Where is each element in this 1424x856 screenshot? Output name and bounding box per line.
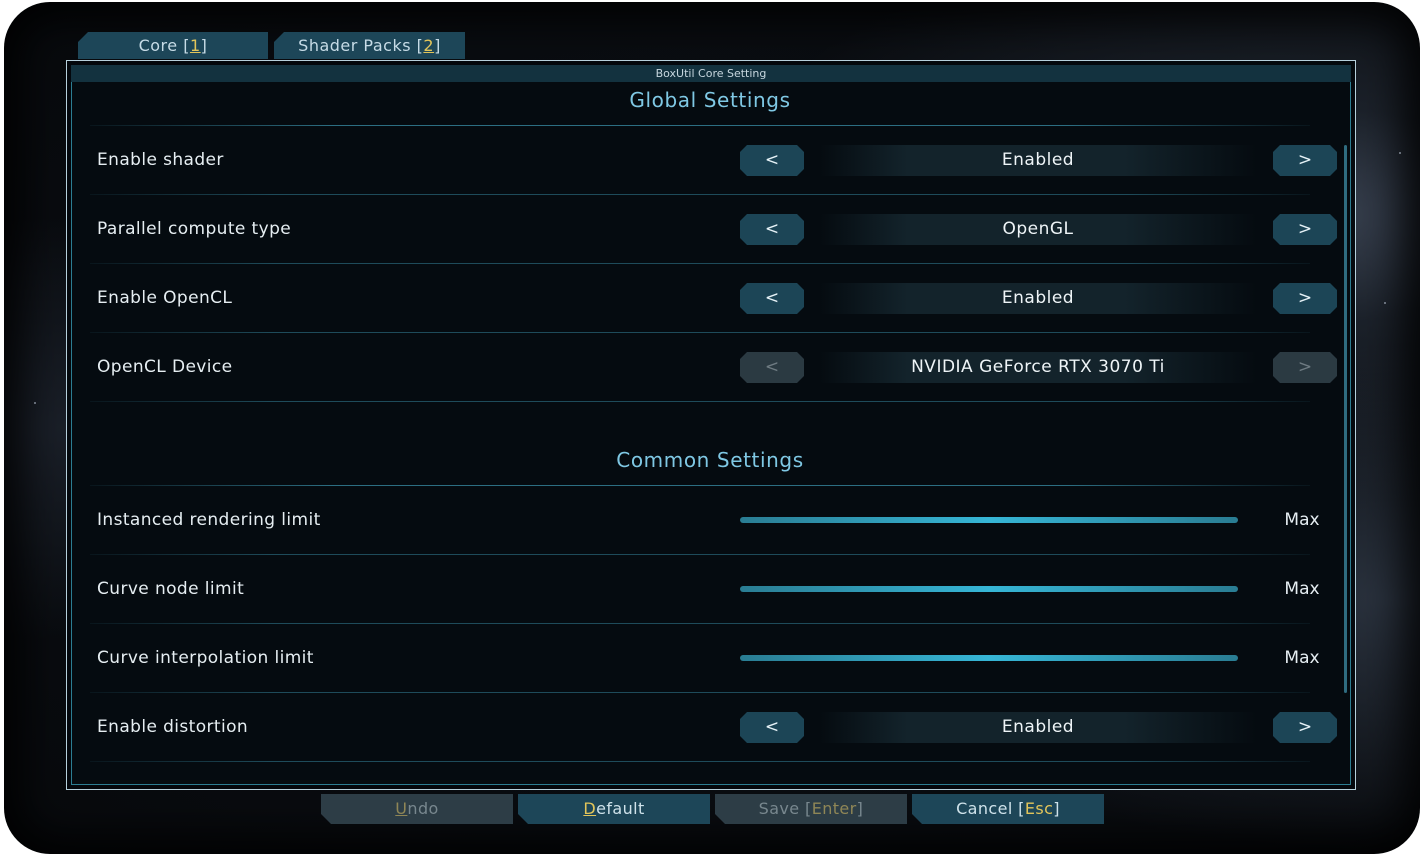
enable-shader-next-button[interactable]: > bbox=[1273, 145, 1337, 176]
enable-shader-label: Enable shader bbox=[97, 150, 224, 170]
tab-core[interactable]: Core [1] bbox=[78, 32, 268, 59]
tab-core-label: Core bbox=[138, 36, 178, 55]
section-divider bbox=[90, 485, 1310, 486]
panel-title: BoxUtil Core Setting bbox=[71, 65, 1351, 82]
cancel-hotkey: Esc bbox=[1024, 799, 1054, 818]
curve-node-limit-slider[interactable] bbox=[740, 586, 1238, 592]
row-divider bbox=[90, 554, 1310, 555]
save-bracket-close: ] bbox=[856, 799, 864, 818]
undo-label: ndo bbox=[407, 799, 439, 818]
row-divider bbox=[90, 401, 1310, 402]
row-divider bbox=[90, 263, 1310, 264]
cancel-button[interactable]: Cancel [Esc] bbox=[912, 794, 1104, 824]
scrollbar[interactable] bbox=[1344, 145, 1347, 693]
global-settings-title: Global Settings bbox=[629, 88, 791, 112]
cancel-bracket-close: ] bbox=[1053, 799, 1060, 818]
curve-interpolation-limit-value: Max bbox=[1284, 648, 1320, 668]
instanced-rendering-limit-value: Max bbox=[1284, 510, 1320, 530]
row-divider bbox=[90, 623, 1310, 624]
row-divider bbox=[90, 194, 1310, 195]
curve-interpolation-limit-label: Curve interpolation limit bbox=[97, 648, 314, 668]
section-divider bbox=[90, 125, 1310, 126]
enable-distortion-label: Enable distortion bbox=[97, 717, 249, 737]
default-hotkey: D bbox=[583, 799, 597, 818]
save-hotkey: Enter bbox=[811, 799, 857, 818]
instanced-rendering-limit-label: Instanced rendering limit bbox=[97, 510, 321, 530]
save-bracket-open: [ bbox=[805, 799, 812, 818]
row-divider bbox=[90, 332, 1310, 333]
curve-interpolation-limit-slider[interactable] bbox=[740, 655, 1238, 661]
row-divider bbox=[90, 692, 1310, 693]
save-label: Save bbox=[758, 799, 800, 818]
undo-hotkey: U bbox=[395, 799, 408, 818]
opencl-device-label: OpenCL Device bbox=[97, 357, 233, 377]
enable-distortion-prev-button[interactable]: < bbox=[740, 712, 804, 743]
default-label: efault bbox=[596, 799, 645, 818]
enable-distortion-value: Enabled bbox=[820, 712, 1256, 743]
undo-button[interactable]: Undo bbox=[321, 794, 513, 824]
parallel-compute-type-next-button[interactable]: > bbox=[1273, 214, 1337, 245]
curve-node-limit-value: Max bbox=[1284, 579, 1320, 599]
curve-node-limit-label: Curve node limit bbox=[97, 579, 245, 599]
opencl-device-prev-button[interactable]: < bbox=[740, 352, 804, 383]
parallel-compute-type-value: OpenGL bbox=[820, 214, 1256, 245]
enable-distortion-next-button[interactable]: > bbox=[1273, 712, 1337, 743]
tab-shader-packs[interactable]: Shader Packs [2] bbox=[274, 32, 465, 59]
default-button[interactable]: Default bbox=[518, 794, 710, 824]
cancel-bracket-open: [ bbox=[1018, 799, 1025, 818]
common-settings-title: Common Settings bbox=[616, 448, 804, 472]
enable-shader-prev-button[interactable]: < bbox=[740, 145, 804, 176]
tab-shader-packs-hotkey: 2 bbox=[423, 36, 435, 55]
tab-core-hotkey: 1 bbox=[189, 36, 201, 55]
cancel-label: Cancel bbox=[956, 799, 1013, 818]
instanced-rendering-limit-slider[interactable] bbox=[740, 517, 1238, 523]
tab-shader-packs-label: Shader Packs bbox=[298, 36, 412, 55]
enable-opencl-next-button[interactable]: > bbox=[1273, 283, 1337, 314]
opencl-device-value: NVIDIA GeForce RTX 3070 Ti bbox=[820, 352, 1256, 383]
enable-opencl-value: Enabled bbox=[820, 283, 1256, 314]
opencl-device-next-button[interactable]: > bbox=[1273, 352, 1337, 383]
enable-opencl-prev-button[interactable]: < bbox=[740, 283, 804, 314]
enable-opencl-label: Enable OpenCL bbox=[97, 288, 233, 308]
parallel-compute-type-label: Parallel compute type bbox=[97, 219, 292, 239]
save-button[interactable]: Save [Enter] bbox=[715, 794, 907, 824]
row-divider bbox=[90, 761, 1310, 762]
enable-shader-value: Enabled bbox=[820, 145, 1256, 176]
parallel-compute-type-prev-button[interactable]: < bbox=[740, 214, 804, 245]
